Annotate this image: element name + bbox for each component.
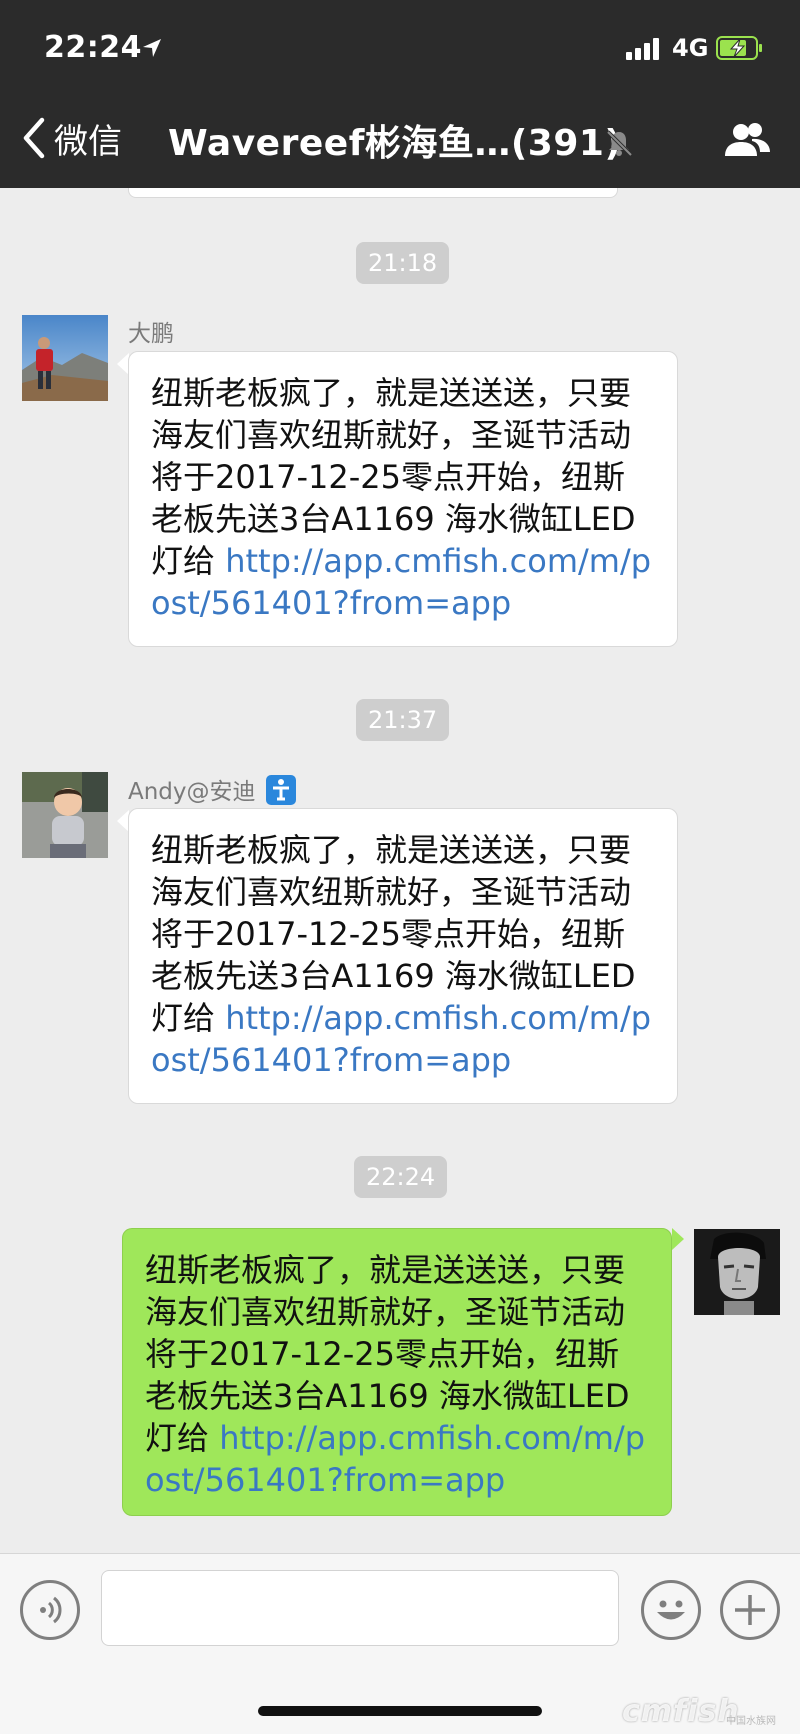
avatar[interactable] — [694, 1229, 780, 1315]
message-input[interactable] — [101, 1570, 619, 1646]
avatar[interactable] — [22, 772, 108, 858]
message-bubble[interactable]: 纽斯老板疯了，就是送送送，只要海友们喜欢纽斯就好，圣诞节活动将于2017-12-… — [122, 1228, 672, 1516]
sender-name: 大鹏 — [128, 321, 174, 347]
message-link[interactable]: http://app.cmfish.com/m/post/561401?from… — [151, 999, 651, 1079]
message-list[interactable]: 21:18 大鹏 纽斯老板疯了，就是送送送，只要海友们喜欢纽斯就好，圣诞节活动将… — [0, 188, 800, 1553]
emoji-icon — [657, 1600, 685, 1620]
chevron-left-icon — [23, 117, 45, 159]
watermark-subtitle: 中国水族网 — [726, 1716, 776, 1727]
location-arrow-icon — [143, 39, 161, 57]
message-bubble[interactable]: 纽斯老板疯了，就是送送送，只要海友们喜欢纽斯就好，圣诞节活动将于2017-12-… — [128, 808, 678, 1104]
bubble-tail — [672, 1228, 684, 1250]
group-members-icon[interactable] — [722, 120, 774, 160]
message-bubble[interactable]: 纽斯老板疯了，就是送送送，只要海友们喜欢纽斯就好，圣诞节活动将于2017-12-… — [128, 351, 678, 647]
muted-bell-icon — [606, 130, 633, 157]
back-label: 微信 — [54, 121, 122, 162]
timestamp: 21:37 — [356, 699, 450, 741]
status-time: 22:24 — [44, 30, 142, 65]
sender-name: Andy@安迪 — [128, 772, 297, 806]
watermark-logo: cmfish — [622, 1694, 740, 1729]
back-button[interactable]: 微信 — [20, 112, 122, 164]
message-link[interactable]: http://app.cmfish.com/m/post/561401?from… — [145, 1419, 645, 1499]
timestamp: 21:18 — [356, 242, 450, 284]
avatar-photo-icon — [694, 1229, 780, 1315]
chat-title: Wavereef彬海鱼…(391) — [168, 123, 622, 164]
network-type: 4G — [672, 34, 709, 62]
plus-icon — [735, 1595, 765, 1625]
sender-name-text: Andy@安迪 — [128, 779, 256, 805]
voice-input-button[interactable] — [20, 1580, 80, 1640]
emoji-button[interactable] — [641, 1580, 701, 1640]
timestamp: 22:24 — [354, 1156, 448, 1198]
navigation-header: 22:24 4G 微信 Wavereef彬海鱼…(391) — [0, 0, 800, 188]
home-indicator[interactable] — [258, 1706, 542, 1716]
voice-input-icon — [40, 1596, 62, 1624]
message-link[interactable]: http://app.cmfish.com/m/post/561401?from… — [151, 542, 651, 622]
avatar-photo-icon — [22, 315, 108, 401]
previous-message-bubble — [128, 188, 618, 198]
info-badge-icon — [265, 775, 296, 805]
signal-bars-icon — [626, 38, 662, 60]
avatar-photo-icon — [22, 772, 108, 858]
more-options-button[interactable] — [720, 1580, 780, 1640]
battery-charging-icon — [716, 36, 762, 60]
avatar[interactable] — [22, 315, 108, 401]
